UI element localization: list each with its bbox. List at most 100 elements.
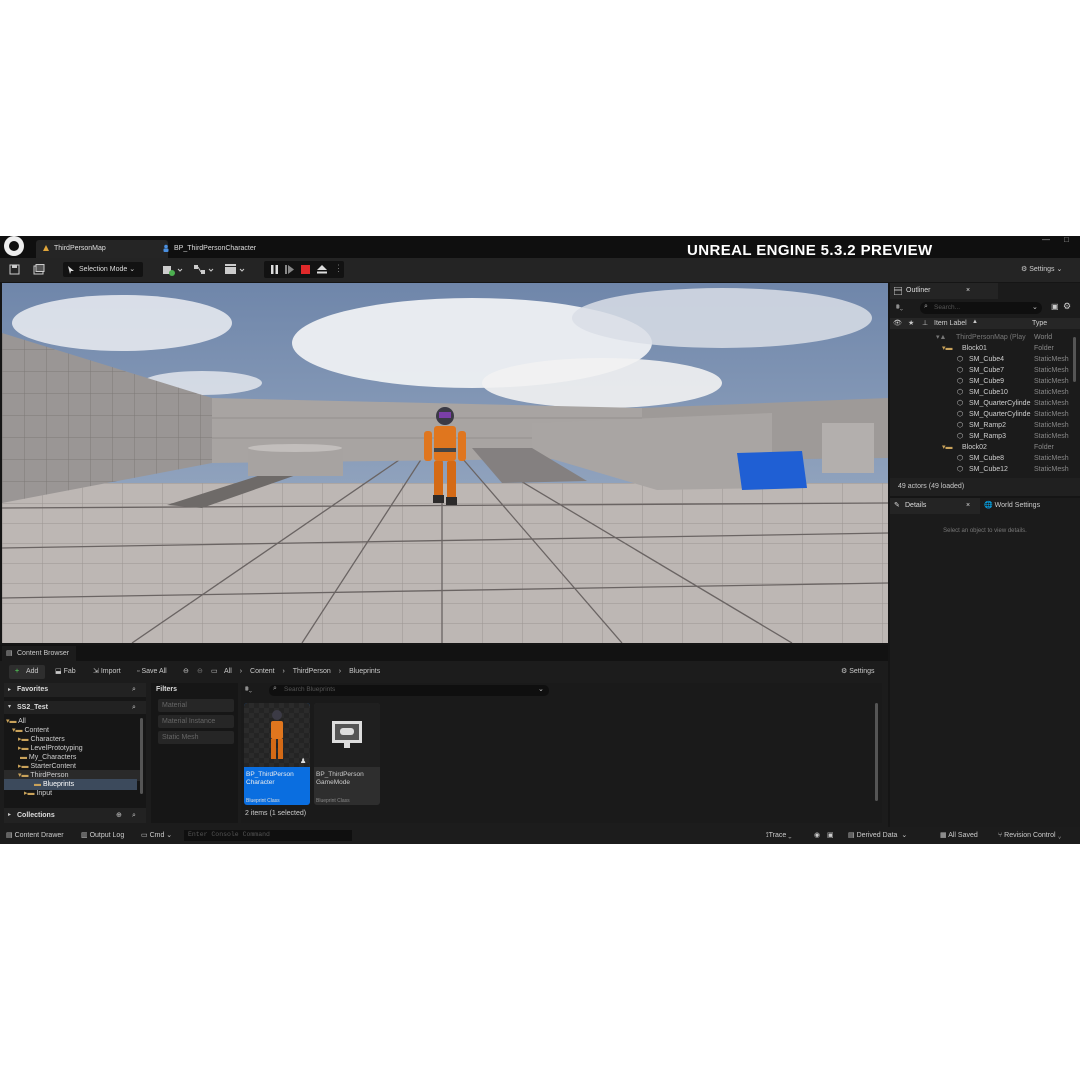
selection-mode-label: Selection Mode — [79, 266, 128, 273]
outliner-row[interactable]: ⬡ SM_QuarterCylinde StaticMesh — [890, 409, 1070, 420]
search-icon[interactable]: ⌕ — [132, 808, 136, 823]
level-viewport[interactable] — [2, 283, 888, 643]
stop-icon[interactable] — [301, 265, 310, 274]
pause-icon[interactable] — [270, 265, 279, 274]
add-button[interactable]: + Add — [9, 665, 45, 679]
chevron-down-icon[interactable]: ⌄ — [538, 685, 544, 693]
close-icon[interactable]: × — [966, 283, 970, 299]
collections-section[interactable]: ▸ Collections ⊕ ⌕ — [4, 808, 146, 823]
content-drawer-button[interactable]: ▤ Content Drawer — [6, 827, 64, 844]
star-icon[interactable]: ★ — [908, 319, 914, 327]
outliner-row[interactable]: ⬡ SM_Ramp3 StaticMesh — [890, 431, 1070, 442]
tab-bp-thirdpersoncharacter[interactable]: BP_ThirdPersonCharacter — [156, 240, 312, 258]
cmd-dropdown[interactable]: ▭ Cmd ⌄ — [141, 827, 172, 844]
add-collection-icon[interactable]: ⊕ — [116, 808, 122, 823]
blueprints-icon[interactable] — [193, 263, 215, 276]
favorites-section[interactable]: ▸ Favorites ⌕ — [4, 683, 146, 697]
asset-scrollbar[interactable] — [875, 703, 878, 801]
cinematics-icon[interactable] — [224, 263, 246, 276]
outliner-row[interactable]: ⬡ SM_Cube10 StaticMesh — [890, 387, 1070, 398]
filter-icon[interactable]: ⩩⌄ — [896, 304, 903, 312]
breadcrumb-item[interactable]: Blueprints — [349, 668, 380, 675]
content-browser-toolbar: + Add ⬓ Fab ⇲ Import ▫ Save All ⊖ ⊖ ▭ Al… — [0, 663, 888, 681]
maximize-icon[interactable]: □ — [1064, 236, 1069, 244]
content-browse-icon[interactable] — [33, 264, 45, 275]
save-all-button[interactable]: ▫ Save All — [137, 665, 167, 679]
static-mesh-icon: ⬡ — [957, 389, 964, 396]
selection-mode-dropdown[interactable]: Selection Mode ⌄ — [63, 262, 143, 277]
breadcrumb-item[interactable]: Content — [250, 668, 275, 675]
tree-item[interactable]: ▸▬ Input — [24, 788, 52, 799]
cb-settings-button[interactable]: ⚙ Settings — [841, 665, 875, 679]
outliner-tab[interactable]: Outliner × — [890, 283, 998, 299]
asset-tile[interactable]: BP_ThirdPerson GameMode Blueprint Class — [314, 703, 380, 805]
add-actor-icon[interactable] — [162, 263, 184, 276]
breadcrumb-item[interactable]: All — [224, 668, 232, 675]
search-icon[interactable]: ⌕ — [132, 683, 136, 697]
record-icon[interactable]: ◉ — [814, 827, 820, 844]
outliner-row[interactable]: ⬡ SM_QuarterCylinde StaticMesh — [890, 398, 1070, 409]
all-saved-indicator[interactable]: ▦ All Saved — [940, 827, 978, 844]
outliner-rows: ▾▲ ThirdPersonMap (Play World ▾▬ Block01 Fol… — [890, 332, 1080, 475]
outliner-panel: Outliner × ⩩⌄ ⌕ Search... ⌄ ▣ ⚙ 👁 ★ ⊥ It… — [890, 283, 1080, 496]
more-options-icon[interactable]: ⋮ — [334, 263, 343, 274]
outliner-row[interactable]: ⬡ SM_Cube4 StaticMesh — [890, 354, 1070, 365]
folder-nav-icon[interactable]: ▭ — [211, 665, 218, 679]
outliner-row[interactable]: ▾▬ Block01 Folder — [890, 343, 1070, 354]
outliner-row[interactable]: ▾▬ Block02 Folder — [890, 442, 1070, 453]
details-tab[interactable]: ✎ Details × — [890, 498, 980, 514]
content-browser-tab[interactable]: ▤ Content Browser — [2, 646, 76, 661]
outliner-row[interactable]: ⬡ SM_Cube8 StaticMesh — [890, 453, 1070, 464]
unreal-logo-icon[interactable] — [4, 236, 24, 256]
pin-icon[interactable]: ⊥ — [922, 319, 928, 327]
eject-icon[interactable] — [317, 265, 327, 274]
derived-data-dropdown[interactable]: ▤ Derived Data ⌄ — [848, 827, 907, 844]
asset-count-status: 2 items (1 selected) — [245, 810, 307, 817]
gear-icon[interactable]: ⚙ — [1063, 301, 1071, 312]
console-input[interactable]: Enter Console Command — [184, 830, 352, 841]
visibility-eye-icon[interactable]: 👁 — [893, 319, 902, 327]
actor-count: 49 actors (49 loaded) — [898, 483, 965, 490]
import-button[interactable]: ⇲ Import — [93, 665, 121, 679]
console-placeholder: Enter Console Command — [188, 831, 270, 838]
outliner-search-input[interactable]: ⌕ Search... ⌄ — [920, 302, 1042, 314]
tree-scrollbar[interactable] — [140, 718, 143, 794]
minimize-icon[interactable]: — — [1042, 236, 1050, 244]
world-settings-tab[interactable]: 🌐 World Settings — [984, 498, 1040, 514]
fab-icon: ⬓ — [55, 668, 62, 675]
filter-icon[interactable]: ⩩⌄ — [245, 686, 252, 694]
outliner-row[interactable]: ⬡ SM_Cube12 StaticMesh — [890, 464, 1070, 475]
col-type[interactable]: Type — [1032, 318, 1047, 329]
settings-button[interactable]: ⚙ Settings ⌄ — [1021, 262, 1062, 277]
history-forward-icon[interactable]: ⊖ — [197, 665, 203, 679]
screenshot-icon[interactable]: ▣ — [827, 827, 834, 844]
project-label: SS2_Test — [17, 704, 48, 711]
branch-icon: ⑂ — [998, 832, 1003, 839]
outliner-scrollbar[interactable] — [1073, 337, 1076, 382]
step-frame-icon[interactable] — [285, 265, 294, 274]
project-section[interactable]: ▾ SS2_Test ⌕ — [4, 701, 146, 714]
save-icon[interactable] — [9, 264, 20, 275]
add-folder-icon[interactable]: ▣ — [1051, 302, 1059, 311]
fab-button[interactable]: ⬓ Fab — [55, 665, 76, 679]
chevron-down-icon[interactable]: ⌄ — [1032, 303, 1038, 311]
breadcrumb-item[interactable]: ThirdPerson — [293, 668, 331, 675]
outliner-row[interactable]: ⬡ SM_Cube7 StaticMesh — [890, 365, 1070, 376]
output-log-button[interactable]: ▥ Output Log — [81, 827, 124, 844]
asset-search-input[interactable]: ⌕ Search Blueprints ⌄ — [269, 685, 549, 696]
search-icon: ⌕ — [924, 303, 928, 310]
outliner-row[interactable]: ⬡ SM_Cube9 StaticMesh — [890, 376, 1070, 387]
filter-chip[interactable]: Material Instance — [158, 715, 234, 728]
outliner-row[interactable]: ⬡ SM_Ramp2 StaticMesh — [890, 420, 1070, 431]
outliner-row[interactable]: ▾▲ ThirdPersonMap (Play World — [890, 332, 1070, 343]
close-icon[interactable]: × — [966, 498, 970, 514]
revision-control-dropdown[interactable]: ⑂ Revision Control ⌄ — [998, 827, 1062, 844]
filter-chip[interactable]: Material — [158, 699, 234, 712]
asset-tile-selected[interactable]: ♟ BP_ThirdPerson Character Blueprint Cla… — [244, 703, 310, 805]
search-icon[interactable]: ⌕ — [132, 701, 136, 714]
history-back-icon[interactable]: ⊖ — [183, 665, 189, 679]
col-item-label[interactable]: Item Label — [934, 318, 967, 329]
filter-chip[interactable]: Static Mesh — [158, 731, 234, 744]
trace-dropdown[interactable]: ⟟Trace ⌄ — [766, 827, 792, 844]
tab-thirdpersonmap[interactable]: ThirdPersonMap — [36, 240, 168, 258]
